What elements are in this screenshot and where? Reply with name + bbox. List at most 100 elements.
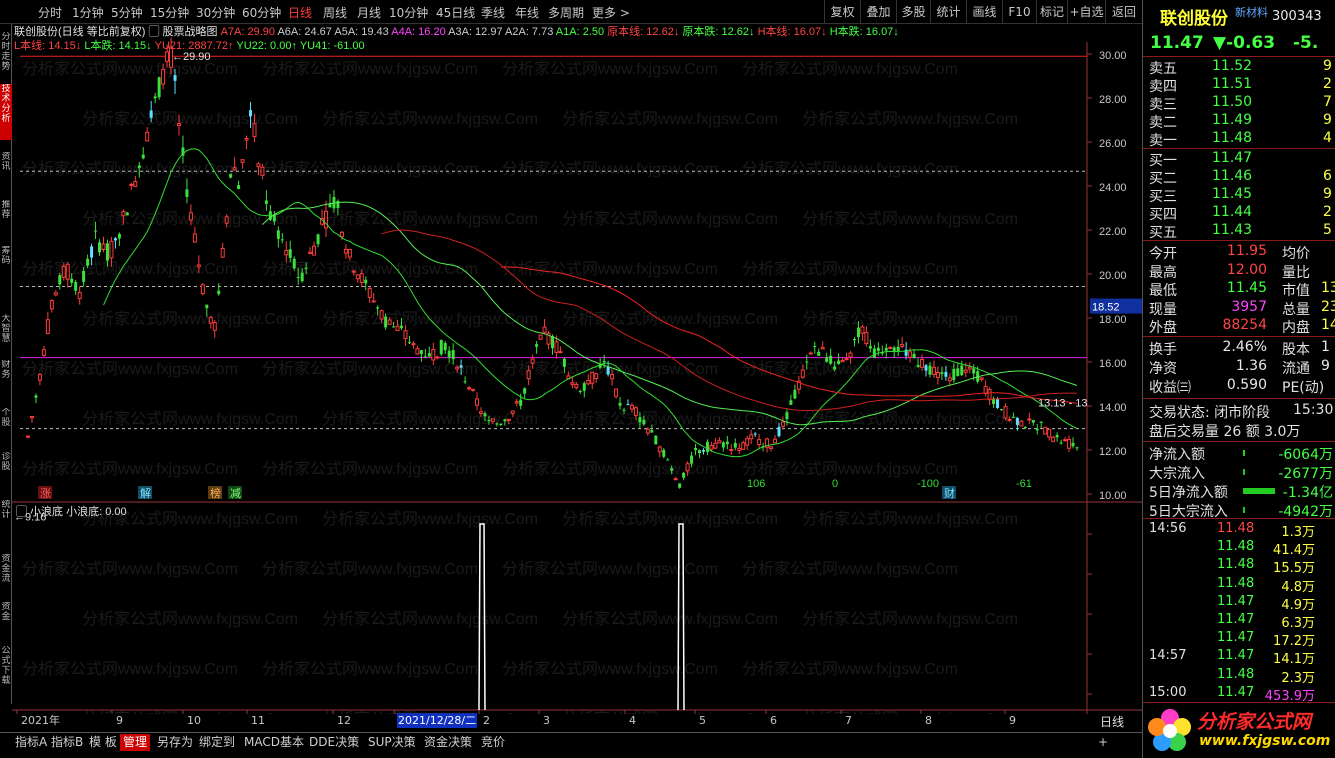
- period-11[interactable]: 季线: [481, 4, 505, 21]
- legend-item: A2A: 7.73: [505, 26, 556, 38]
- period-4[interactable]: 30分钟: [196, 4, 235, 21]
- watermark-text: 分析家公式网www.fxjgsw.Com: [742, 460, 958, 478]
- flow-bar: [1243, 450, 1245, 456]
- y-tick-label: 30.00: [1099, 50, 1127, 62]
- watermark-text: 分析家公式网www.fxjgsw.Com: [82, 410, 298, 428]
- bottom-tab-8[interactable]: SUP决策: [365, 734, 419, 751]
- stats-row: 最高 12.00 量比: [1143, 262, 1335, 281]
- watermark-text: 分析家公式网www.fxjgsw.Com: [22, 260, 238, 278]
- add-tab-icon[interactable]: +: [1095, 734, 1111, 751]
- side-tab-0[interactable]: 分时走势: [0, 32, 12, 76]
- bottom-tab-4[interactable]: 另存为: [154, 734, 196, 751]
- bottom-tab-2[interactable]: 模 板: [86, 734, 120, 751]
- candle-body: [920, 358, 925, 368]
- toolbar-button-4[interactable]: 画线: [966, 0, 1002, 24]
- sector-tag[interactable]: 新材料: [1235, 4, 1268, 20]
- watermark-text: 分析家公式网www.fxjgsw.Com: [802, 510, 1018, 528]
- side-tab-3[interactable]: 推荐: [0, 200, 12, 244]
- watermark-text: 分析家公式网www.fxjgsw.Com: [82, 610, 298, 628]
- candle-body: [105, 243, 109, 261]
- toolbar-button-8[interactable]: 返回: [1105, 0, 1142, 24]
- watermark-text: 分析家公式网www.fxjgsw.Com: [562, 710, 778, 714]
- candle-body: [1067, 439, 1072, 449]
- toolbar-button-0[interactable]: 复权: [824, 0, 860, 24]
- candle-body: [61, 265, 66, 278]
- book-volume: 9: [1323, 186, 1332, 202]
- tick-volume: 15.5万: [1273, 561, 1315, 577]
- bottom-tab-5[interactable]: 绑定到: [196, 734, 238, 751]
- x-axis-label: 3: [543, 714, 550, 727]
- candle-body: [371, 300, 376, 303]
- candle-body: [339, 231, 344, 238]
- watermark-text: 分析家公式网www.fxjgsw.Com: [322, 510, 538, 528]
- period-8[interactable]: 月线: [357, 4, 381, 21]
- bottom-tab-10[interactable]: 竞价: [478, 734, 508, 751]
- side-tab-9[interactable]: 统计: [0, 500, 12, 544]
- tick-volume: 6.3万: [1281, 616, 1315, 631]
- bottom-tab-1[interactable]: 指标B: [48, 734, 86, 751]
- candle-body: [940, 372, 944, 375]
- side-tab-7[interactable]: 个股: [0, 408, 12, 452]
- side-tab-12[interactable]: 公式下载: [0, 646, 12, 690]
- candle-body: [825, 357, 829, 362]
- candle-body: [963, 369, 968, 373]
- candle-body: [725, 441, 729, 445]
- candle-body: [113, 238, 117, 241]
- candle-body: [947, 377, 952, 382]
- watermark-text: 分析家公式网www.fxjgsw.Com: [742, 660, 958, 678]
- toolbar-button-2[interactable]: 多股: [896, 0, 930, 24]
- candle-body: [1011, 416, 1015, 418]
- toolbar-button-7[interactable]: +自选: [1067, 0, 1105, 24]
- side-tab-2[interactable]: 资讯: [0, 152, 12, 196]
- candle-body: [745, 438, 750, 446]
- candle-body: [733, 442, 737, 448]
- bottom-tab-3[interactable]: 管理: [120, 734, 151, 751]
- signal-label: 涨: [40, 487, 51, 500]
- period-2[interactable]: 5分钟: [111, 4, 143, 21]
- period-14[interactable]: 更多 >: [592, 4, 630, 21]
- price-tag-label: 18.52: [1092, 302, 1120, 314]
- period-6[interactable]: 日线: [288, 4, 312, 21]
- candle-body: [1039, 421, 1043, 423]
- candle-body: [983, 385, 988, 394]
- toolbar-button-3[interactable]: 统计: [930, 0, 966, 24]
- period-5[interactable]: 60分钟: [242, 4, 281, 21]
- side-tab-6[interactable]: 财务: [0, 360, 12, 404]
- candle-body: [82, 270, 86, 282]
- candle-body: [395, 325, 400, 331]
- sub-pane-value: 小浪底: 0.00: [66, 504, 127, 518]
- period-0[interactable]: 分时: [38, 4, 62, 21]
- y-tick-label: 26.00: [1099, 138, 1127, 150]
- bottom-tab-0[interactable]: 指标A: [12, 734, 50, 751]
- toolbar-button-5[interactable]: F10: [1002, 0, 1036, 24]
- candle-body: [562, 358, 566, 367]
- period-7[interactable]: 周线: [323, 4, 347, 21]
- side-tab-11[interactable]: 资金: [0, 602, 12, 646]
- side-tab-4[interactable]: 筹码: [0, 246, 12, 290]
- side-tab-5[interactable]: 大智慧: [0, 314, 12, 358]
- candle-body: [212, 321, 217, 331]
- period-3[interactable]: 15分钟: [150, 4, 189, 21]
- period-indicator[interactable]: 日线: [1100, 714, 1124, 730]
- candle-body: [757, 439, 762, 445]
- tick-volume: 4.8万: [1281, 579, 1315, 595]
- candle-body: [554, 341, 559, 353]
- candle-body: [1035, 428, 1039, 431]
- period-10[interactable]: 45日线: [436, 4, 475, 21]
- kline-chart[interactable]: 分析家公式网www.fxjgsw.Com 分析家公式网www.fxjgsw.Com…: [12, 24, 1142, 714]
- toolbar-button-6[interactable]: 标记: [1036, 0, 1067, 24]
- candle-body: [196, 264, 201, 268]
- period-1[interactable]: 1分钟: [72, 4, 104, 21]
- stat-label-2: PE(动): [1282, 380, 1325, 396]
- period-13[interactable]: 多周期: [548, 4, 584, 21]
- bottom-tab-6[interactable]: MACD基本: [241, 734, 307, 751]
- side-tab-1[interactable]: 技术分析: [0, 84, 12, 140]
- bottom-tab-7[interactable]: DDE决策: [306, 734, 362, 751]
- period-12[interactable]: 年线: [515, 4, 539, 21]
- watermark-text: 分析家公式网www.fxjgsw.Com: [22, 160, 238, 178]
- side-tab-10[interactable]: 资金流: [0, 554, 12, 598]
- side-tab-8[interactable]: 诊股: [0, 452, 12, 496]
- toolbar-button-1[interactable]: 叠加: [860, 0, 896, 24]
- bottom-tab-9[interactable]: 资金决策: [421, 734, 475, 751]
- period-9[interactable]: 10分钟: [389, 4, 428, 21]
